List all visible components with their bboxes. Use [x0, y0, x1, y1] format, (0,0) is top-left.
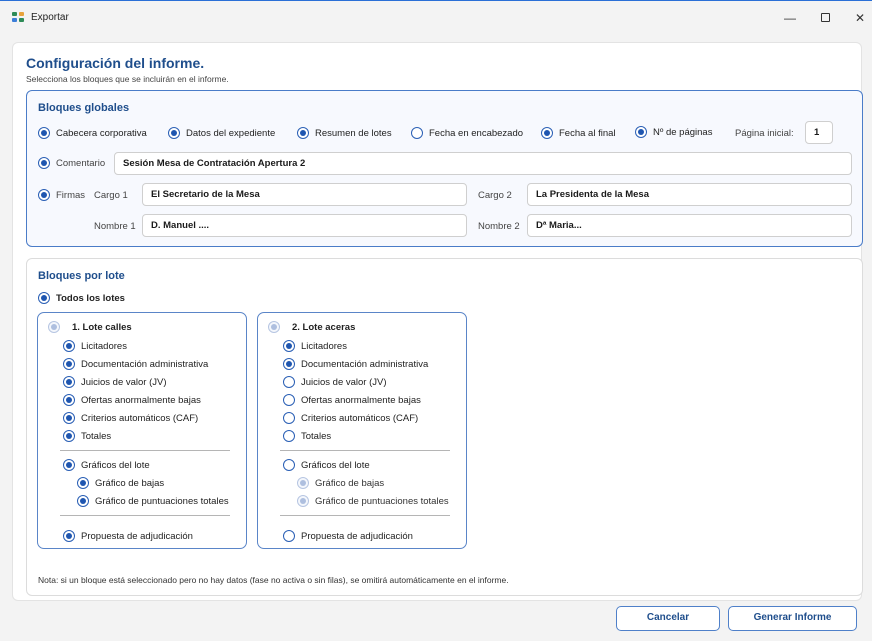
cargo1-label: Cargo 1	[94, 190, 128, 201]
lote-1-item-radio[interactable]	[63, 358, 75, 370]
cabecera-radio[interactable]	[38, 127, 50, 139]
lote-1-item-label: Juicios de valor (JV)	[81, 377, 167, 388]
pagina-inicial-label: Página inicial:	[735, 128, 794, 139]
lote-2-item-radio[interactable]	[283, 430, 295, 442]
lote-2-item-label: Totales	[301, 431, 332, 442]
lote-2-item-radio[interactable]	[283, 358, 295, 370]
close-icon: ✕	[854, 11, 866, 25]
lote-2-grafico-bajas-radio[interactable]	[297, 477, 309, 489]
lote-1-radio[interactable]	[48, 321, 60, 333]
lote-2-grafico-bajas-label: Gráfico de bajas	[315, 478, 385, 489]
lote-1-item-radio[interactable]	[63, 394, 75, 406]
lote-1-title: 1. Lote calles	[72, 322, 132, 333]
lote-1-divider	[60, 450, 230, 451]
todos-lotes-radio[interactable]	[38, 292, 50, 304]
pagina-inicial-input[interactable]: 1	[805, 121, 833, 144]
comentario-label: Comentario	[56, 158, 106, 169]
lote-2-item-label: Licitadores	[301, 341, 347, 352]
lote-1-grafico-bajas-radio[interactable]	[77, 477, 89, 489]
page-subtitle: Selecciona los bloques que se incluirán …	[26, 74, 229, 84]
lote-2-graficos-radio[interactable]	[283, 459, 295, 471]
page-title: Configuración del informe.	[26, 55, 205, 71]
info-note: Nota: si un bloque está seleccionado per…	[38, 575, 509, 585]
lote-1-grafico-bajas-label: Gráfico de bajas	[95, 478, 165, 489]
lote-2-item-label: Documentación administrativa	[301, 359, 429, 370]
lote-2-grafico-puntuaciones-radio[interactable]	[297, 495, 309, 507]
lote-2-propuesta-radio[interactable]	[283, 530, 295, 542]
datos-expediente-label: Datos del expediente	[186, 128, 276, 139]
app-icon	[12, 12, 25, 23]
lote-2-item-radio[interactable]	[283, 412, 295, 424]
comentario-input[interactable]: Sesión Mesa de Contratación Apertura 2	[114, 152, 852, 175]
datos-expediente-radio[interactable]	[168, 127, 180, 139]
lote-2-item-radio[interactable]	[283, 376, 295, 388]
generate-report-button[interactable]: Generar Informe	[728, 606, 857, 631]
cargo1-input[interactable]: El Secretario de la Mesa	[142, 183, 467, 206]
lote-1-item-radio[interactable]	[63, 430, 75, 442]
fecha-encabezado-label: Fecha en encabezado	[429, 128, 524, 139]
maximize-icon	[820, 13, 830, 23]
lote-blocks-title: Bloques por lote	[38, 270, 125, 282]
fecha-encabezado-radio[interactable]	[411, 127, 423, 139]
global-blocks-title: Bloques globales	[38, 102, 130, 114]
lote-1-item-label: Ofertas anormalmente bajas	[81, 395, 201, 406]
lote-1-item-label: Documentación administrativa	[81, 359, 209, 370]
window-titlebar: Exportar — ✕	[0, 0, 872, 33]
minimize-button[interactable]: —	[774, 7, 806, 29]
firmas-radio[interactable]	[38, 189, 50, 201]
nombre1-label: Nombre 1	[94, 221, 136, 232]
nombre2-input[interactable]: Dª Maria...	[527, 214, 852, 237]
fecha-final-radio[interactable]	[541, 127, 553, 139]
lote-1-item-label: Criterios automáticos (CAF)	[81, 413, 199, 424]
nombre1-input[interactable]: D. Manuel ....	[142, 214, 467, 237]
cancel-button[interactable]: Cancelar	[616, 606, 720, 631]
lote-1-graficos-label: Gráficos del lote	[81, 460, 150, 471]
lote-2-item-radio[interactable]	[283, 340, 295, 352]
comentario-radio[interactable]	[38, 157, 50, 169]
cabecera-label: Cabecera corporativa	[56, 128, 147, 139]
window-title: Exportar	[31, 12, 69, 23]
lote-1-grafico-puntuaciones-radio[interactable]	[77, 495, 89, 507]
lote-1-item-label: Totales	[81, 431, 112, 442]
cargo2-label: Cargo 2	[478, 190, 512, 201]
lote-2-title: 2. Lote aceras	[292, 322, 356, 333]
numero-paginas-radio[interactable]	[635, 126, 647, 138]
lote-2-radio[interactable]	[268, 321, 280, 333]
todos-lotes-label: Todos los lotes	[56, 293, 125, 304]
lote-1-divider	[60, 515, 230, 516]
lote-1-item-radio[interactable]	[63, 412, 75, 424]
lote-2-item-radio[interactable]	[283, 394, 295, 406]
lote-2-divider	[280, 515, 450, 516]
close-button[interactable]: ✕	[844, 7, 872, 29]
lote-2-divider	[280, 450, 450, 451]
lote-2-item-label: Criterios automáticos (CAF)	[301, 413, 419, 424]
lote-1-propuesta-radio[interactable]	[63, 530, 75, 542]
resumen-lotes-radio[interactable]	[297, 127, 309, 139]
lote-1-propuesta-label: Propuesta de adjudicación	[81, 531, 193, 542]
lote-2-grafico-puntuaciones-label: Gráfico de puntuaciones totales	[315, 496, 449, 507]
nombre2-label: Nombre 2	[478, 221, 520, 232]
lote-2-propuesta-label: Propuesta de adjudicación	[301, 531, 413, 542]
fecha-final-label: Fecha al final	[559, 128, 616, 139]
lote-1-item-radio[interactable]	[63, 340, 75, 352]
lote-2-graficos-label: Gráficos del lote	[301, 460, 370, 471]
lote-1-grafico-puntuaciones-label: Gráfico de puntuaciones totales	[95, 496, 229, 507]
lote-1-item-label: Licitadores	[81, 341, 127, 352]
resumen-lotes-label: Resumen de lotes	[315, 128, 392, 139]
cargo2-input[interactable]: La Presidenta de la Mesa	[527, 183, 852, 206]
minimize-icon: —	[784, 11, 796, 25]
lote-2-item-label: Ofertas anormalmente bajas	[301, 395, 421, 406]
lote-1-item-radio[interactable]	[63, 376, 75, 388]
firmas-label: Firmas	[56, 190, 86, 201]
lote-1-graficos-radio[interactable]	[63, 459, 75, 471]
maximize-button[interactable]	[809, 7, 841, 29]
numero-paginas-label: Nº de páginas	[653, 127, 713, 138]
lote-2-item-label: Juicios de valor (JV)	[301, 377, 387, 388]
